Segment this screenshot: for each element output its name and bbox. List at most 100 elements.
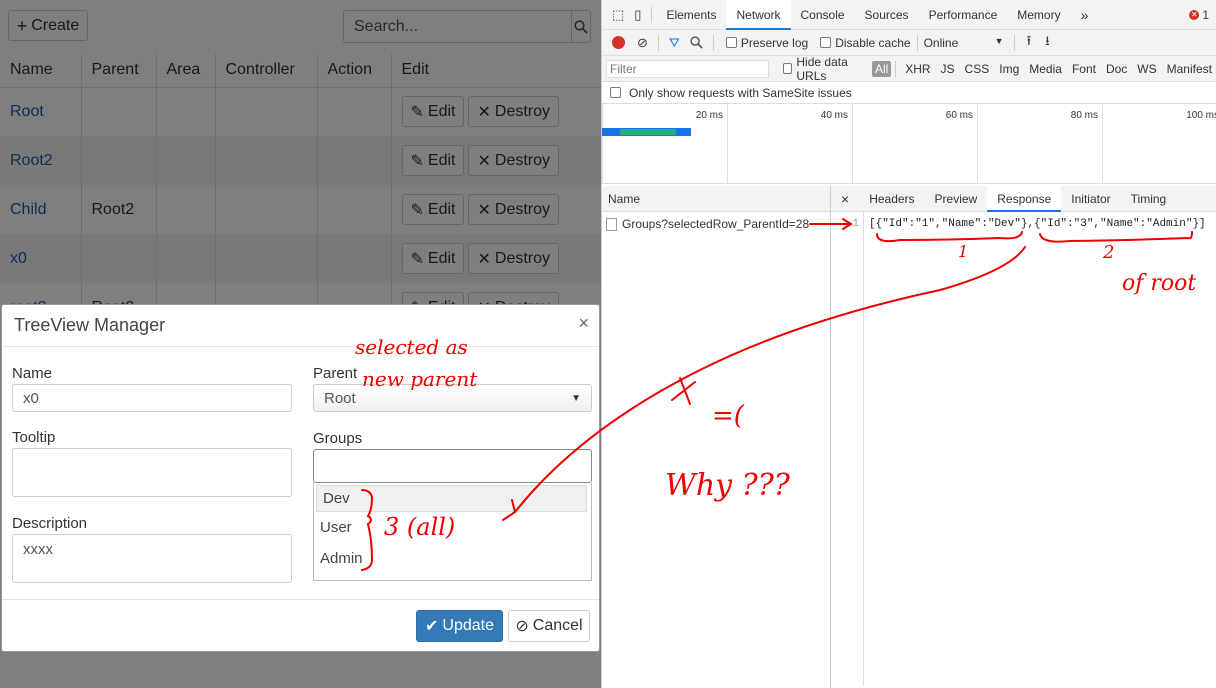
list-item[interactable]: User <box>314 512 591 543</box>
parent-label: Parent <box>313 365 358 382</box>
tab-performance[interactable]: Performance <box>919 0 1008 30</box>
tab-headers[interactable]: Headers <box>859 186 924 212</box>
timeline-tick: 80 ms <box>977 104 1102 184</box>
filter-icon[interactable]: ⛛ <box>669 35 680 51</box>
cancel-label: Cancel <box>532 617 583 634</box>
tooltip-field[interactable] <box>12 448 292 497</box>
samesite-checkbox[interactable] <box>610 87 621 98</box>
divider <box>895 60 897 77</box>
response-json: [{"Id":"1","Name":"Dev"},{"Id":"3","Name… <box>869 218 1206 230</box>
devtools-tab-bar: ⬚ ▯ Elements Network Console Sources Per… <box>602 0 1216 30</box>
filter-xhr[interactable]: XHR <box>900 62 935 76</box>
request-list: Name Groups?selectedRow_ParentId=28 <box>602 186 831 688</box>
filter-font[interactable]: Font <box>1067 62 1101 76</box>
tab-response[interactable]: Response <box>987 185 1062 212</box>
groups-multiselect-input[interactable] <box>313 449 592 483</box>
tab-console[interactable]: Console <box>791 0 855 30</box>
more-tabs-icon[interactable]: » <box>1071 0 1099 30</box>
error-badge[interactable]: ✕ 1 <box>1189 8 1209 22</box>
tab-network[interactable]: Network <box>726 0 791 30</box>
update-label: Update <box>442 617 494 634</box>
filter-ws[interactable]: WS <box>1132 62 1161 76</box>
record-icon[interactable] <box>612 36 625 49</box>
modal-title: TreeView Manager <box>14 315 166 335</box>
list-item[interactable]: Admin <box>314 543 591 574</box>
hide-data-urls-label: Hide data URLs <box>796 54 848 83</box>
devtools-panel: ⬚ ▯ Elements Network Console Sources Per… <box>601 0 1216 688</box>
divider <box>657 34 659 51</box>
groups-label: Groups <box>313 430 363 447</box>
samesite-label: Only show requests with SameSite issues <box>629 85 852 100</box>
modal-footer: ✔ Update ⊘ Cancel <box>2 599 599 651</box>
tab-initiator[interactable]: Initiator <box>1061 186 1120 212</box>
network-timeline[interactable]: 20 ms 40 ms 60 ms 80 ms 100 ms <box>602 104 1216 184</box>
tick-label: 60 ms <box>945 110 973 121</box>
file-icon <box>606 217 617 231</box>
throttle-select[interactable]: Online ▼ <box>924 36 1004 50</box>
samesite-row: Only show requests with SameSite issues <box>602 82 1216 104</box>
timeline-bar-receiving <box>620 129 676 135</box>
filter-js[interactable]: JS <box>936 62 960 76</box>
divider <box>712 34 714 51</box>
upload-icon[interactable]: ⭱ <box>1027 32 1032 54</box>
hide-data-urls-checkbox[interactable] <box>783 63 793 74</box>
filter-img[interactable]: Img <box>994 62 1024 76</box>
name-field[interactable] <box>12 384 292 412</box>
timeline-tick: 20 ms <box>602 104 727 184</box>
tooltip-label: Tooltip <box>12 429 56 446</box>
disable-cache-checkbox[interactable] <box>820 37 832 48</box>
preserve-log-checkbox[interactable] <box>725 37 737 48</box>
modal-header: TreeView Manager × <box>2 305 599 347</box>
tick-label: 80 ms <box>1070 110 1098 121</box>
filter-all[interactable]: All <box>872 60 892 77</box>
request-detail: × Headers Preview Response Initiator Tim… <box>831 185 1216 688</box>
device-toggle-icon[interactable]: ▯ <box>634 7 641 23</box>
clear-icon[interactable]: ⊘ <box>637 35 648 51</box>
update-button[interactable]: ✔ Update <box>416 610 503 642</box>
search-icon[interactable] <box>690 36 703 49</box>
tab-memory[interactable]: Memory <box>1007 0 1070 30</box>
name-column-header[interactable]: Name <box>602 186 830 212</box>
divider <box>651 6 653 23</box>
name-label: Name <box>12 365 53 382</box>
filter-media[interactable]: Media <box>1024 62 1067 76</box>
tab-sources[interactable]: Sources <box>855 0 919 30</box>
error-count: 1 <box>1202 7 1209 22</box>
filter-input[interactable] <box>606 59 769 78</box>
tab-elements[interactable]: Elements <box>656 0 726 30</box>
caret-down-icon: ▼ <box>994 35 1004 46</box>
tick-label: 100 ms <box>1186 110 1216 121</box>
filter-manifest[interactable]: Manifest <box>1162 62 1216 76</box>
cancel-button[interactable]: ⊘ Cancel <box>508 610 590 642</box>
network-filter-bar: Hide data URLs All XHR JS CSS Img Media … <box>602 54 1216 83</box>
request-row[interactable]: Groups?selectedRow_ParentId=28 <box>602 212 830 236</box>
preserve-log-label: Preserve log <box>740 35 809 50</box>
filter-css[interactable]: CSS <box>960 62 995 76</box>
tab-timing[interactable]: Timing <box>1121 186 1177 212</box>
detail-tab-bar: × Headers Preview Response Initiator Tim… <box>831 185 1216 212</box>
timeline-tick: 60 ms <box>852 104 977 184</box>
filter-doc[interactable]: Doc <box>1101 62 1132 76</box>
close-icon[interactable]: × <box>578 313 589 334</box>
disable-cache-label: Disable cache <box>835 35 911 50</box>
request-name: Groups?selectedRow_ParentId=28 <box>622 217 810 231</box>
divider <box>916 34 918 51</box>
list-item[interactable]: Dev <box>316 485 587 512</box>
response-body[interactable]: 1 [{"Id":"1","Name":"Dev"},{"Id":"3","Na… <box>831 212 1216 686</box>
description-field[interactable]: xxxx <box>12 534 292 583</box>
parent-select[interactable]: Root ▼ <box>313 384 592 412</box>
treeview-manager-modal: TreeView Manager × Name Parent Root ▼ To… <box>1 304 600 652</box>
timeline-tick: 40 ms <box>727 104 852 184</box>
tab-preview[interactable]: Preview <box>925 186 988 212</box>
close-detail-icon[interactable]: × <box>831 186 859 212</box>
error-icon: ✕ <box>1189 9 1200 20</box>
network-toolbar: ⊘ ⛛ Preserve log Disable cache Online ▼ … <box>602 30 1216 56</box>
parent-value: Root <box>324 389 356 407</box>
line-gutter: 1 <box>831 212 864 686</box>
line-number: 1 <box>852 218 859 230</box>
groups-dropdown: Dev User Admin <box>313 483 592 581</box>
inspect-icon[interactable]: ⬚ <box>612 7 624 23</box>
description-label: Description <box>12 515 88 532</box>
download-icon[interactable]: ⭳ <box>1045 32 1050 54</box>
tick-label: 20 ms <box>695 110 723 121</box>
